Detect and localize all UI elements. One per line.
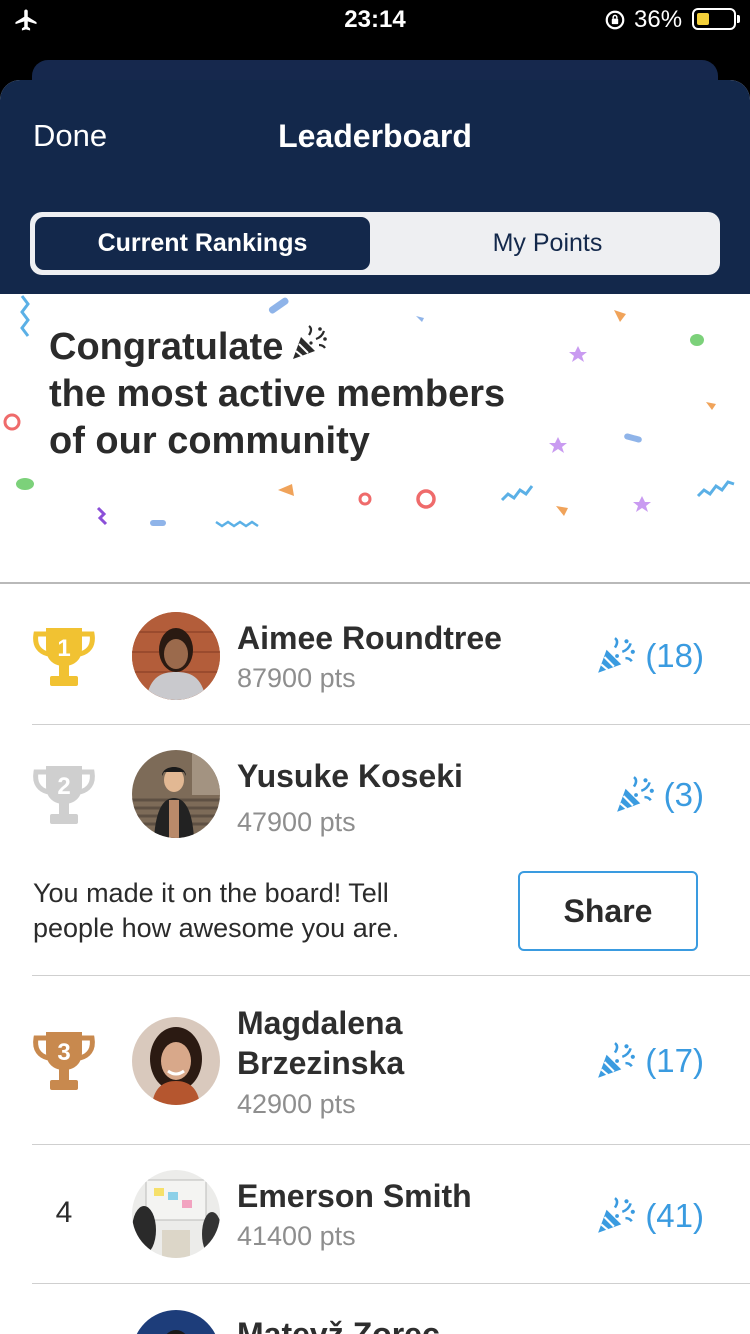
avatar[interactable] — [132, 612, 220, 700]
member-name: Matevž Zorec — [237, 1316, 440, 1334]
banner-line-1: Congratulate — [49, 326, 284, 368]
banner-line-3: of our community — [49, 420, 370, 462]
party-popper-icon — [293, 325, 328, 359]
rank-number: 2 — [57, 773, 70, 800]
silver-trophy-icon: 2 — [33, 766, 95, 824]
segmented-control: Current Rankings My Points — [30, 212, 720, 275]
avatar[interactable] — [132, 1310, 220, 1334]
member-name: Aimee Roundtree — [237, 620, 502, 656]
page-title: Leaderboard — [278, 118, 472, 154]
member-name: Magdalena Brzezinska — [237, 1005, 405, 1081]
share-button[interactable]: Share — [518, 871, 698, 951]
avatar[interactable] — [132, 1170, 220, 1258]
divider — [32, 1144, 750, 1145]
avatar-photo — [132, 1017, 220, 1105]
avatar-photo — [132, 1310, 220, 1334]
banner-line-2: the most active members — [49, 373, 506, 415]
cheers-count: (18) — [645, 637, 704, 674]
battery-icon — [692, 8, 740, 30]
cheers-count: (17) — [645, 1042, 704, 1079]
cheers-button[interactable]: (41) — [595, 1196, 704, 1236]
rank-number: 1 — [57, 635, 70, 662]
avatar-photo — [132, 1170, 220, 1258]
party-popper-icon — [598, 1197, 636, 1233]
cheers-button[interactable]: (3) — [614, 775, 704, 815]
share-prompt-text: You made it on the board! Tell people ho… — [33, 878, 400, 943]
bronze-trophy-icon: 3 — [33, 1032, 95, 1090]
cheers-count: (3) — [663, 776, 704, 813]
cheers-button[interactable]: (18) — [595, 636, 704, 676]
avatar-photo — [132, 612, 220, 700]
status-bar: 23:14 36% — [0, 0, 750, 44]
member-name: Emerson Smith — [237, 1178, 472, 1214]
battery-percent: 36% — [634, 6, 683, 33]
member-name: Yusuke Koseki — [237, 758, 463, 794]
divider — [32, 975, 750, 976]
banner-heading: Congratulate the most active members of … — [49, 324, 505, 465]
divider — [32, 1283, 750, 1284]
member-points: 41400 pts — [237, 1221, 356, 1251]
tab-current-rankings[interactable]: Current Rankings — [35, 217, 370, 270]
tab-my-points[interactable]: My Points — [380, 217, 715, 270]
divider — [32, 724, 750, 725]
leaderboard-sheet: Done Leaderboard Current Rankings My Poi… — [0, 80, 750, 1334]
party-popper-icon — [598, 637, 636, 673]
party-popper-icon — [598, 1042, 636, 1078]
avatar[interactable] — [132, 1017, 220, 1105]
rank-number: 4 — [55, 1196, 73, 1229]
rank-number: 3 — [57, 1039, 70, 1066]
member-points: 87900 pts — [237, 663, 356, 693]
party-popper-icon — [616, 776, 654, 812]
avatar[interactable] — [132, 750, 220, 838]
gold-trophy-icon: 1 — [33, 628, 95, 686]
congratulate-banner: Congratulate the most active members of … — [0, 294, 750, 584]
member-points: 47900 pts — [237, 807, 356, 837]
member-points: 42900 pts — [237, 1089, 356, 1119]
cheers-count: (41) — [645, 1197, 704, 1234]
avatar-photo — [132, 750, 220, 838]
cheers-button[interactable]: (17) — [595, 1041, 704, 1081]
orientation-lock-icon — [605, 10, 625, 30]
nav-bar: Done Leaderboard Current Rankings My Poi… — [0, 80, 750, 294]
